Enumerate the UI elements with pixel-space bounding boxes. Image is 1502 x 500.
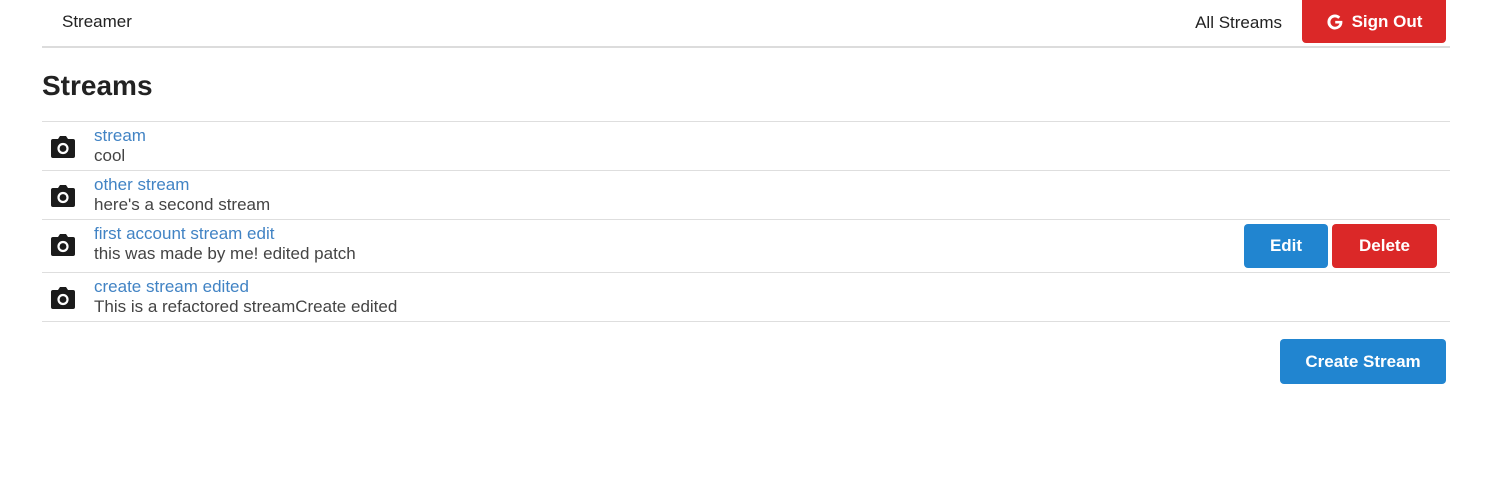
camera-icon	[51, 234, 75, 256]
brand-link[interactable]: Streamer	[62, 12, 132, 32]
stream-title-link[interactable]: first account stream edit	[94, 224, 274, 244]
sign-out-label: Sign Out	[1351, 11, 1423, 31]
all-streams-link[interactable]: All Streams	[1195, 13, 1282, 33]
app-container: Streamer All Streams Sign Out Streams st…	[42, 0, 1450, 384]
camera-icon	[51, 287, 75, 309]
stream-list: stream cool other stream here's a second…	[42, 121, 1450, 322]
stream-title-link[interactable]: stream	[94, 126, 146, 146]
camera-icon	[51, 185, 75, 207]
list-item: other stream here's a second stream	[42, 171, 1450, 220]
delete-button[interactable]: Delete	[1332, 224, 1437, 268]
create-stream-button[interactable]: Create Stream	[1280, 339, 1446, 384]
item-actions: Edit Delete	[1244, 224, 1437, 268]
stream-description: cool	[94, 146, 126, 165]
nav-right: All Streams Sign Out	[1195, 0, 1446, 43]
list-item: first account stream edit this was made …	[42, 220, 1450, 273]
stream-description: here's a second stream	[94, 195, 271, 214]
camera-icon	[51, 136, 75, 158]
list-item: create stream edited This is a refactore…	[42, 273, 1450, 322]
stream-title-link[interactable]: other stream	[94, 175, 189, 195]
google-icon	[1327, 13, 1342, 29]
top-nav: Streamer All Streams Sign Out	[42, 0, 1450, 48]
list-item: stream cool	[42, 122, 1450, 171]
sign-out-button[interactable]: Sign Out	[1302, 0, 1446, 43]
stream-title-link[interactable]: create stream edited	[94, 277, 249, 297]
stream-description: This is a refactored streamCreate edited	[94, 297, 398, 316]
stream-description: this was made by me! edited patch	[94, 244, 356, 263]
page-title: Streams	[42, 70, 153, 101]
edit-button[interactable]: Edit	[1244, 224, 1328, 268]
